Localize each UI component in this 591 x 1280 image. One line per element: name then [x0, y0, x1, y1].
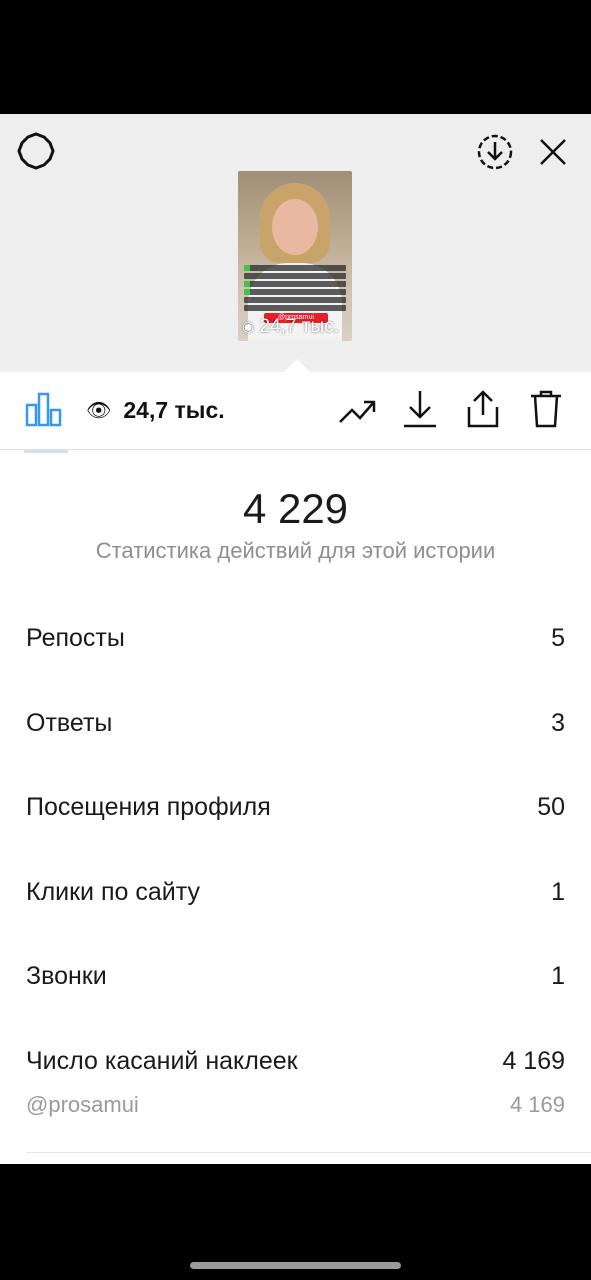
- metric-value: 1: [551, 877, 565, 906]
- divider: [26, 1152, 591, 1153]
- metric-row-website-clicks: Клики по сайту 1: [26, 872, 565, 912]
- metric-label: Клики по сайту: [26, 877, 200, 906]
- metric-row-profile-visits: Посещения профиля 50: [26, 787, 565, 827]
- thumbnail-text-overlay: [240, 263, 350, 313]
- metric-label: Число касаний наклеек: [26, 1046, 298, 1075]
- metric-row-replies: Ответы 3: [26, 703, 565, 743]
- eye-icon: 👁: [86, 399, 112, 422]
- home-indicator[interactable]: [190, 1262, 401, 1269]
- sticker-breakdown-row: @prosamui 4 169: [26, 1090, 565, 1120]
- interactions-caption: Статистика действий для этой истории: [95, 538, 496, 563]
- metric-row-calls: Звонки 1: [26, 956, 565, 996]
- metric-label: Звонки: [26, 961, 107, 990]
- metric-label: Ответы: [26, 708, 113, 737]
- metric-value: 50: [537, 792, 565, 821]
- sticker-value: 4 169: [509, 1092, 565, 1117]
- status-bar-area: [0, 0, 591, 114]
- eye-icon: ◉: [242, 318, 255, 334]
- metric-row-sticker-taps: Число касаний наклеек 4 169: [26, 1041, 565, 1081]
- download-circle-icon[interactable]: [475, 132, 515, 172]
- trending-up-icon[interactable]: [338, 391, 378, 431]
- scroll-peek-bar: [24, 450, 68, 453]
- metric-value: 1: [551, 961, 565, 990]
- metric-value: 3: [551, 708, 565, 737]
- trash-icon[interactable]: [526, 389, 566, 429]
- share-icon[interactable]: [463, 389, 503, 429]
- thumbnail-view-count: ◉ 24,7 тыс.: [242, 316, 339, 337]
- story-thumbnail[interactable]: @prosamui ◉ 24,7 тыс.: [238, 171, 352, 341]
- sticker-label: @prosamui: [26, 1092, 139, 1117]
- total-interactions: 4 229: [242, 485, 349, 532]
- metric-value: 5: [551, 623, 565, 652]
- metric-label: Посещения профиля: [26, 792, 271, 821]
- metric-label: Репосты: [26, 623, 125, 652]
- metric-row-reposts: Репосты 5: [26, 618, 565, 658]
- thumbnail-pointer: [283, 359, 311, 373]
- view-count: 👁 24,7 тыс.: [86, 396, 225, 423]
- download-icon[interactable]: [400, 389, 440, 429]
- gear-icon[interactable]: [16, 131, 56, 171]
- metric-value: 4 169: [502, 1046, 565, 1075]
- close-icon[interactable]: [533, 132, 573, 172]
- bar-chart-icon[interactable]: [24, 389, 64, 429]
